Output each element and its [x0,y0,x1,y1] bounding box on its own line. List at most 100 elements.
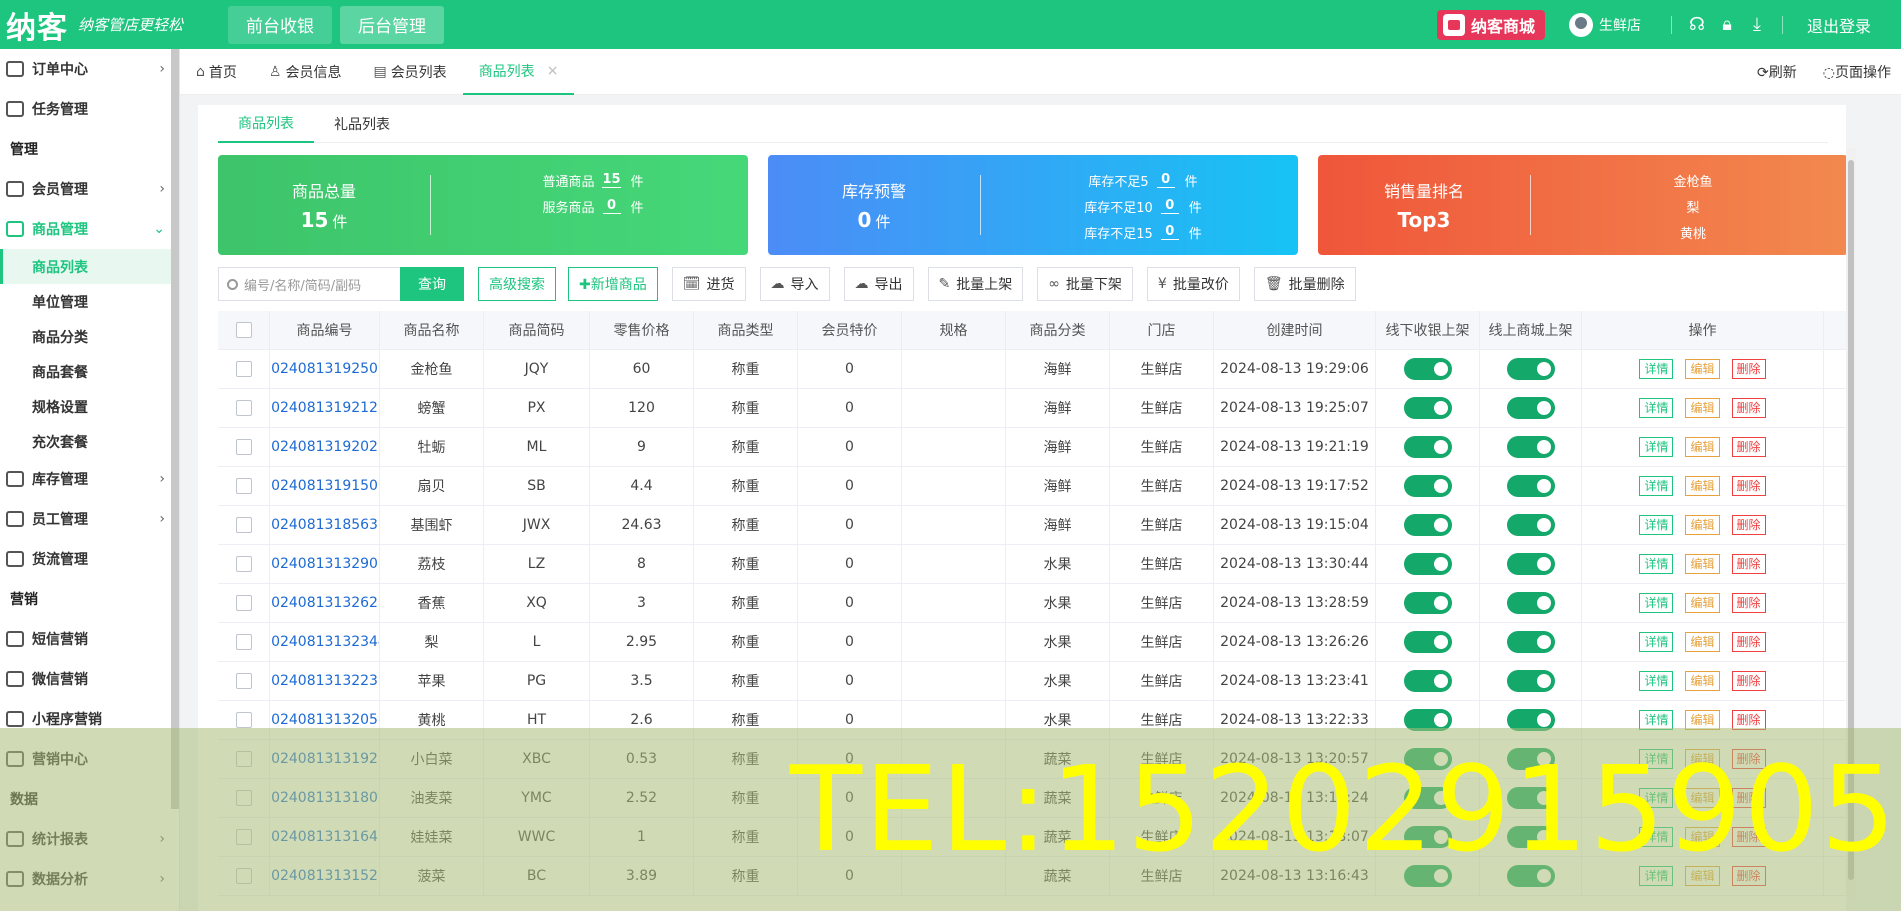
delete-button[interactable]: 删除 [1731,866,1766,886]
goods-code-cell[interactable]: 20240813132344 [270,623,380,661]
row-checkbox[interactable] [235,361,252,377]
edit-button[interactable]: 编辑 [1685,632,1720,652]
online-shelf-toggle[interactable] [1506,553,1555,575]
table-row[interactable]: 20240813132236苹果PG3.5称重0 水果生鲜店2024-08-13 … [218,662,1848,701]
online-shelf-toggle[interactable] [1506,709,1555,731]
offline-shelf-toggle[interactable] [1403,592,1452,614]
sidebar-item-tasks[interactable]: 任务管理 [0,89,179,129]
row-checkbox[interactable] [235,439,252,455]
detail-button[interactable]: 详情 [1639,671,1674,691]
offline-shelf-toggle[interactable] [1403,709,1452,731]
offline-shelf-toggle[interactable] [1403,826,1452,848]
detail-button[interactable]: 详情 [1639,437,1674,457]
online-shelf-toggle[interactable] [1506,514,1555,536]
tab-member-list[interactable]: ▤ 会员列表 [357,49,462,95]
sidebar-item-staff[interactable]: 员工管理 › [0,499,179,539]
top-tab-admin[interactable]: 后台管理 [340,5,444,44]
goods-code-cell[interactable]: 20240813131926 [270,740,380,778]
delete-button[interactable]: 删除 [1731,749,1766,769]
online-shelf-toggle[interactable] [1506,631,1555,653]
add-goods-button[interactable]: ✚新增商品 [568,267,658,301]
edit-button[interactable]: 编辑 [1685,788,1720,808]
mall-button[interactable]: 纳客商城 [1436,9,1545,40]
sidebar-sub-categories[interactable]: 商品分类 [0,319,179,354]
offline-shelf-toggle[interactable] [1403,631,1452,653]
sidebar-item-miniapp[interactable]: 小程序营销 [0,699,179,739]
row-checkbox[interactable] [235,790,252,806]
detail-button[interactable]: 详情 [1639,710,1674,730]
detail-button[interactable]: 详情 [1639,398,1674,418]
offline-shelf-toggle[interactable] [1403,475,1452,497]
detail-button[interactable]: 详情 [1639,476,1674,496]
batch-unshelve-button[interactable]: ∞ 批量下架 [1037,267,1133,301]
offline-shelf-toggle[interactable] [1403,748,1452,770]
sidebar-sub-packages[interactable]: 商品套餐 [0,354,179,389]
goods-code-cell[interactable]: 20240813192509 [270,350,380,388]
subtab-gift-list[interactable]: 礼品列表 [314,105,410,143]
edit-button[interactable]: 编辑 [1685,671,1720,691]
scroll-thumb[interactable] [1848,160,1854,880]
logout-button[interactable]: 退出登录 [1807,13,1871,37]
sidebar-item-wechat[interactable]: 微信营销 [0,659,179,699]
table-row[interactable]: 20240813131526菠菜BC3.89称重0 蔬菜生鲜店2024-08-13… [218,857,1848,896]
table-row[interactable]: 20240813185633基围虾JWX24.63称重0 海鲜生鲜店2024-08… [218,506,1848,545]
sidebar-sub-count-packages[interactable]: 充次套餐 [0,424,179,459]
subtab-goods-list[interactable]: 商品列表 [218,105,314,143]
detail-button[interactable]: 详情 [1639,749,1674,769]
batch-price-button[interactable]: ¥ 批量改价 [1146,267,1240,301]
sidebar-sub-units[interactable]: 单位管理 [0,284,179,319]
brand-logo[interactable]: 纳客 纳客管店更轻松 [0,0,220,49]
offline-shelf-toggle[interactable] [1403,787,1452,809]
purchase-button[interactable]: 🗓 进货 [671,267,746,301]
online-shelf-toggle[interactable] [1506,475,1555,497]
row-checkbox[interactable] [235,673,252,689]
table-row[interactable]: 20240813132628香蕉XQ3称重0 水果生鲜店2024-08-13 13… [218,584,1848,623]
online-shelf-toggle[interactable] [1506,670,1555,692]
delete-button[interactable]: 删除 [1731,710,1766,730]
row-checkbox[interactable] [235,517,252,533]
sidebar-scrollbar[interactable] [171,49,179,809]
table-row[interactable]: 20240813192022牡蛎ML9称重0 海鲜生鲜店2024-08-13 19… [218,428,1848,467]
goods-code-cell[interactable]: 20240813185633 [270,506,380,544]
delete-button[interactable]: 删除 [1731,554,1766,574]
delete-button[interactable]: 删除 [1731,632,1766,652]
offline-shelf-toggle[interactable] [1403,865,1452,887]
close-icon[interactable]: × [547,63,559,79]
query-button[interactable]: 查询 [400,267,464,301]
online-shelf-toggle[interactable] [1506,865,1555,887]
sidebar-item-reports[interactable]: 统计报表 › [0,819,179,859]
advanced-search-button[interactable]: 高级搜索 [478,267,556,301]
sidebar-item-logistics[interactable]: 货流管理 [0,539,179,579]
goods-code-cell[interactable]: 20240813132901 [270,545,380,583]
row-checkbox[interactable] [235,712,252,728]
sidebar-sub-specs[interactable]: 规格设置 [0,389,179,424]
delete-button[interactable]: 删除 [1731,359,1766,379]
detail-button[interactable]: 详情 [1639,593,1674,613]
import-button[interactable]: ☁ 导入 [759,267,830,301]
row-checkbox[interactable] [235,400,252,416]
tab-member-info[interactable]: ♙ 会员信息 [253,49,358,95]
online-shelf-toggle[interactable] [1506,748,1555,770]
tab-goods-list[interactable]: 商品列表 × [462,49,575,95]
sidebar-item-members[interactable]: 会员管理 › [0,169,179,209]
row-checkbox[interactable] [235,829,252,845]
goods-code-cell[interactable]: 20240813131809 [270,779,380,817]
row-checkbox[interactable] [235,634,252,650]
sidebar-item-stock[interactable]: 库存管理 › [0,459,179,499]
row-checkbox[interactable] [235,556,252,572]
edit-button[interactable]: 编辑 [1685,710,1720,730]
search-input[interactable]: 编号/名称/简码/副码 [218,267,400,301]
detail-button[interactable]: 详情 [1639,866,1674,886]
offline-shelf-toggle[interactable] [1403,514,1452,536]
detail-button[interactable]: 详情 [1639,515,1674,535]
sidebar-item-sms[interactable]: 短信营销 [0,619,179,659]
content-scrollbar[interactable] [1846,148,1856,898]
edit-button[interactable]: 编辑 [1685,515,1720,535]
edit-button[interactable]: 编辑 [1685,554,1720,574]
tab-home[interactable]: ⌂ 首页 [180,49,253,95]
export-button[interactable]: ☁ 导出 [843,267,914,301]
detail-button[interactable]: 详情 [1639,788,1674,808]
batch-delete-button[interactable]: 🗑 批量删除 [1253,267,1356,301]
online-shelf-toggle[interactable] [1506,592,1555,614]
delete-button[interactable]: 删除 [1731,671,1766,691]
